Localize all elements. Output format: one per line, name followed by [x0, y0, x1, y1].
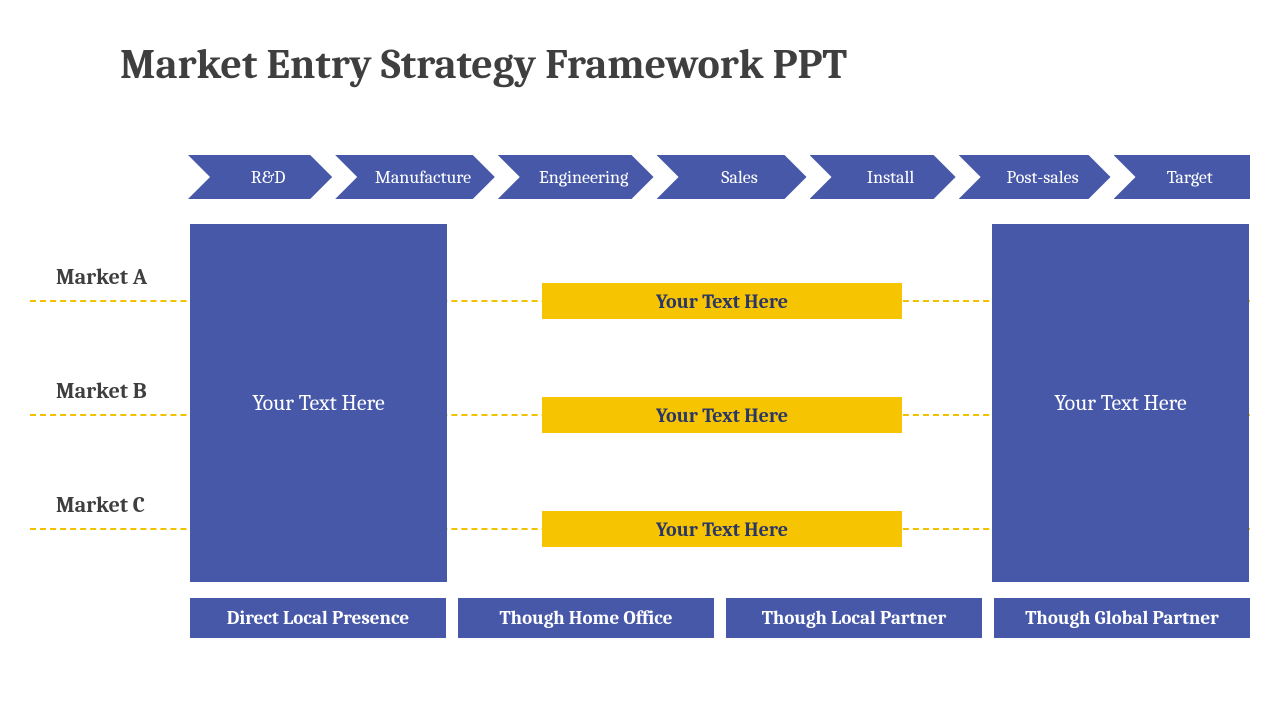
bottom-direct: Direct Local Presence: [190, 598, 446, 638]
chevron-postsales: Post-sales: [959, 155, 1111, 199]
chevron-engineering: Engineering: [498, 155, 654, 199]
bottom-global: Though Global Partner: [994, 598, 1250, 638]
slide: Market Entry Strategy Framework PPT R&D …: [0, 0, 1280, 720]
chevron-sales: Sales: [657, 155, 807, 199]
right-block: Your Text Here: [992, 224, 1249, 582]
left-block: Your Text Here: [190, 224, 447, 582]
bottom-home: Though Home Office: [458, 598, 714, 638]
yellow-box-c: Your Text Here: [542, 511, 902, 547]
chevron-rd: R&D: [188, 155, 332, 199]
process-row: R&D Manufacture Engineering Sales Instal…: [188, 155, 1250, 199]
chevron-manufacture: Manufacture: [335, 155, 495, 199]
yellow-box-b: Your Text Here: [542, 397, 902, 433]
page-title: Market Entry Strategy Framework PPT: [120, 40, 847, 89]
market-c-label: Market C: [56, 492, 186, 518]
chevron-target: Target: [1114, 155, 1250, 199]
chevron-install: Install: [810, 155, 956, 199]
market-a-label: Market A: [56, 264, 186, 290]
bottom-local: Though Local Partner: [726, 598, 982, 638]
bottom-row: Direct Local Presence Though Home Office…: [190, 598, 1250, 638]
market-b-label: Market B: [56, 378, 186, 404]
yellow-box-a: Your Text Here: [542, 283, 902, 319]
